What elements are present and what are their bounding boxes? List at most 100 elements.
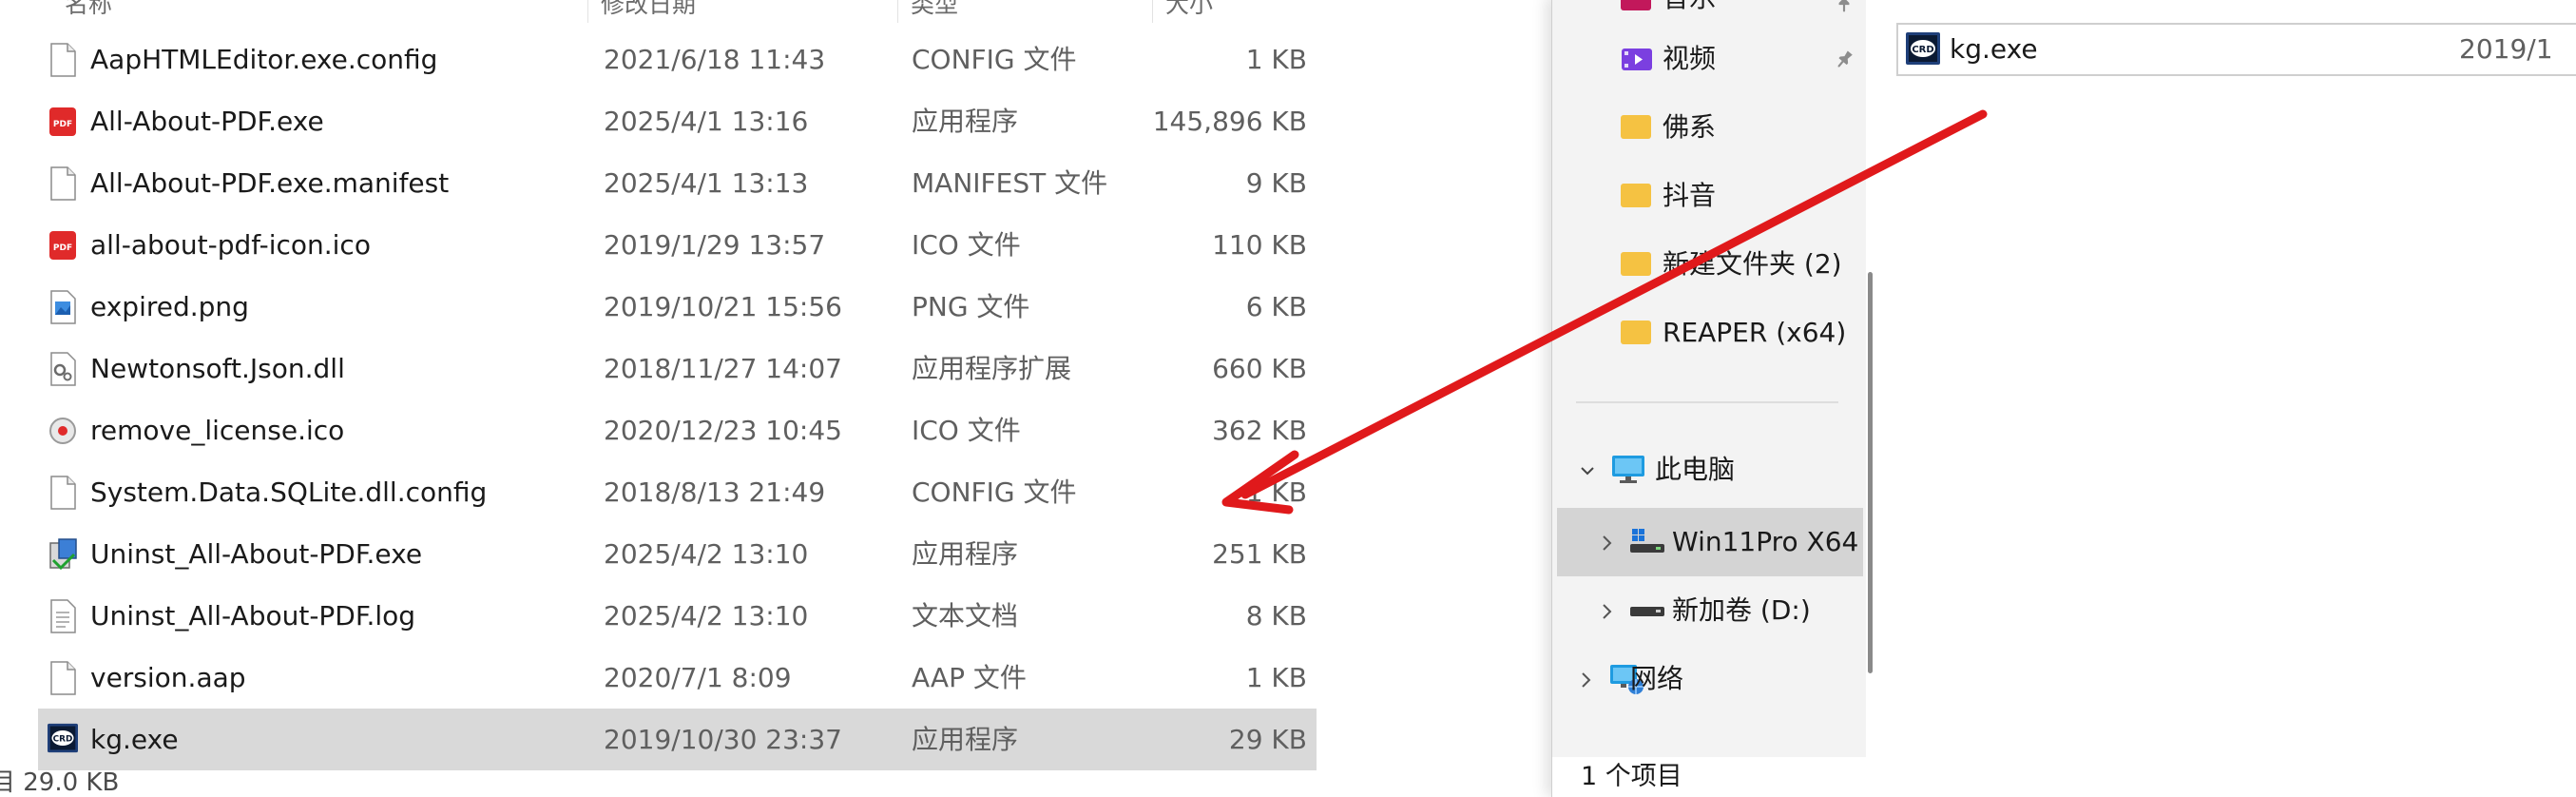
- image-file-icon: [48, 290, 78, 324]
- crd-app-icon: CRD: [1906, 32, 1940, 65]
- file-date: 2025/4/2 13:10: [604, 600, 809, 632]
- file-row[interactable]: version.aap 2020/7/1 8:09 AAP 文件 1 KB: [38, 647, 1317, 709]
- nav-item-drive-d[interactable]: 新加卷 (D:): [1598, 582, 1864, 639]
- folder-icon: [1621, 321, 1651, 344]
- file-date: 2019/10/21 15:56: [604, 291, 842, 322]
- file-row[interactable]: expired.png 2019/10/21 15:56 PNG 文件 6 KB: [38, 276, 1317, 338]
- status-bar-selection: 目 29.0 KB: [0, 768, 120, 797]
- file-row[interactable]: Newtonsoft.Json.dll 2018/11/27 14:07 应用程序扩…: [38, 338, 1317, 399]
- nav-scrollbar-thumb[interactable]: [1868, 272, 1873, 673]
- file-size: 110 KB: [1212, 229, 1307, 261]
- column-type[interactable]: 类型: [911, 0, 958, 23]
- file-size: 1 KB: [1245, 476, 1307, 508]
- file-type: 文本文档: [912, 600, 1019, 632]
- file-date: 2025/4/1 13:16: [604, 106, 809, 137]
- blank-file-icon: [48, 476, 78, 510]
- nav-item-this-pc[interactable]: 此电脑: [1577, 441, 1862, 498]
- file-name: All-About-PDF.exe.manifest: [90, 167, 450, 199]
- file-date: 2025/4/1 13:13: [604, 167, 809, 199]
- navigation-pane: 音乐 视频 佛系 抖音: [1552, 0, 1866, 757]
- nav-item-label: 视频: [1663, 43, 1717, 74]
- file-size: 9 KB: [1245, 167, 1307, 199]
- file-size: 29 KB: [1228, 724, 1307, 755]
- file-row[interactable]: Uninst_All-About-PDF.log 2025/4/2 13:10 文本…: [38, 585, 1317, 647]
- file-type: AAP 文件: [912, 662, 1027, 693]
- nav-item-label: 抖音: [1663, 180, 1717, 211]
- file-type: CONFIG 文件: [912, 44, 1077, 75]
- pdf-app-icon: PDF: [48, 228, 78, 262]
- file-size: 362 KB: [1212, 415, 1307, 446]
- pin-icon[interactable]: [1832, 0, 1856, 15]
- pin-icon[interactable]: [1832, 48, 1856, 72]
- file-size: 251 KB: [1212, 538, 1307, 570]
- file-date: 2019/10/30 23:37: [604, 724, 842, 755]
- folder-icon: [1621, 252, 1651, 276]
- ico-file-icon: [48, 414, 78, 448]
- column-size[interactable]: 大小: [1165, 0, 1213, 23]
- file-row[interactable]: Uninst_All-About-PDF.exe 2025/4/2 13:10 应用…: [38, 523, 1317, 585]
- nav-item-network[interactable]: 网络: [1577, 651, 1862, 708]
- windows-drive-icon: [1630, 529, 1664, 553]
- file-name: Uninst_All-About-PDF.exe: [90, 538, 423, 570]
- file-name: version.aap: [90, 662, 246, 693]
- nav-item-drive-c[interactable]: Win11Pro X64: [1598, 514, 1866, 571]
- file-date: 2018/8/13 21:49: [604, 476, 826, 508]
- column-divider[interactable]: [587, 0, 588, 23]
- file-type: ICO 文件: [912, 415, 1021, 446]
- file-size: 660 KB: [1212, 353, 1307, 384]
- file-name: kg.exe: [1950, 33, 2038, 65]
- file-date: 2019/1/29 13:57: [604, 229, 826, 261]
- chevron-down-icon[interactable]: [1577, 460, 1598, 481]
- file-row[interactable]: AapHTMLEditor.exe.config 2021/6/18 11:43 C…: [38, 29, 1317, 90]
- file-type: 应用程序: [912, 724, 1019, 755]
- file-name: expired.png: [90, 291, 249, 322]
- nav-item-videos[interactable]: 视频: [1621, 30, 1853, 87]
- content-pane: [1880, 0, 2576, 757]
- nav-item-label: 音乐: [1663, 0, 1716, 27]
- svg-text:CRD: CRD: [1912, 45, 1933, 55]
- drive-icon: [1630, 607, 1664, 616]
- file-name: Newtonsoft.Json.dll: [90, 353, 345, 384]
- file-size: 1 KB: [1245, 662, 1307, 693]
- content-file-row-kg[interactable]: CRD kg.exe 2019/1: [1896, 23, 2576, 76]
- blank-file-icon: [48, 43, 78, 77]
- column-header: 名称 修改日期 类型 大小: [0, 0, 1326, 25]
- file-name: AapHTMLEditor.exe.config: [90, 44, 438, 75]
- blank-file-icon: [48, 166, 78, 201]
- chevron-right-icon[interactable]: [1598, 533, 1617, 554]
- file-type: 应用程序扩展: [912, 353, 1072, 384]
- file-type: 应用程序: [912, 106, 1019, 137]
- file-date: 2019/1: [2459, 33, 2553, 65]
- file-name: System.Data.SQLite.dll.config: [90, 476, 488, 508]
- nav-item-label: 新建文件夹 (2): [1663, 248, 1842, 280]
- column-name[interactable]: 名称: [65, 0, 112, 23]
- file-list-pane: 名称 修改日期 类型 大小 AapHTMLEditor.exe.config 20…: [0, 0, 1326, 797]
- file-name: Uninst_All-About-PDF.log: [90, 600, 416, 632]
- column-divider[interactable]: [897, 0, 898, 23]
- nav-item-folder-new-2[interactable]: 新建文件夹 (2): [1621, 236, 1849, 293]
- nav-item-label: 网络: [1630, 663, 1684, 694]
- column-date[interactable]: 修改日期: [601, 0, 696, 23]
- nav-item-folder-douyin[interactable]: 抖音: [1621, 167, 1849, 224]
- chevron-right-icon[interactable]: [1577, 670, 1596, 690]
- file-row[interactable]: remove_license.ico 2020/12/23 10:45 ICO 文件…: [38, 399, 1317, 461]
- nav-item-music[interactable]: 音乐: [1621, 0, 1850, 27]
- pdf-app-icon: PDF: [48, 105, 78, 139]
- nav-item-folder-reaper[interactable]: REAPER (x64): [1621, 304, 1849, 361]
- nav-item-label: REAPER (x64): [1663, 317, 1847, 348]
- file-date: 2021/6/18 11:43: [604, 44, 826, 75]
- chevron-right-icon[interactable]: [1598, 601, 1617, 622]
- nav-item-label: 新加卷 (D:): [1672, 594, 1811, 626]
- file-date: 2018/11/27 14:07: [604, 353, 842, 384]
- nav-divider: [1576, 401, 1838, 403]
- file-date: 2020/7/1 8:09: [604, 662, 792, 693]
- column-divider[interactable]: [1152, 0, 1153, 23]
- file-row[interactable]: PDF All-About-PDF.exe 2025/4/1 13:16 应用程序 14…: [38, 90, 1317, 152]
- file-row[interactable]: System.Data.SQLite.dll.config 2018/8/13 2…: [38, 461, 1317, 523]
- file-size: 6 KB: [1245, 291, 1307, 322]
- file-row[interactable]: PDF all-about-pdf-icon.ico 2019/1/29 13:57…: [38, 214, 1317, 276]
- nav-item-folder-foxi[interactable]: 佛系: [1621, 99, 1849, 156]
- file-row[interactable]: All-About-PDF.exe.manifest 2025/4/1 13:13…: [38, 152, 1317, 214]
- file-row[interactable]: CRD kg.exe 2019/10/30 23:37 应用程序 29 KB: [38, 709, 1317, 770]
- videos-folder-icon: [1622, 49, 1652, 70]
